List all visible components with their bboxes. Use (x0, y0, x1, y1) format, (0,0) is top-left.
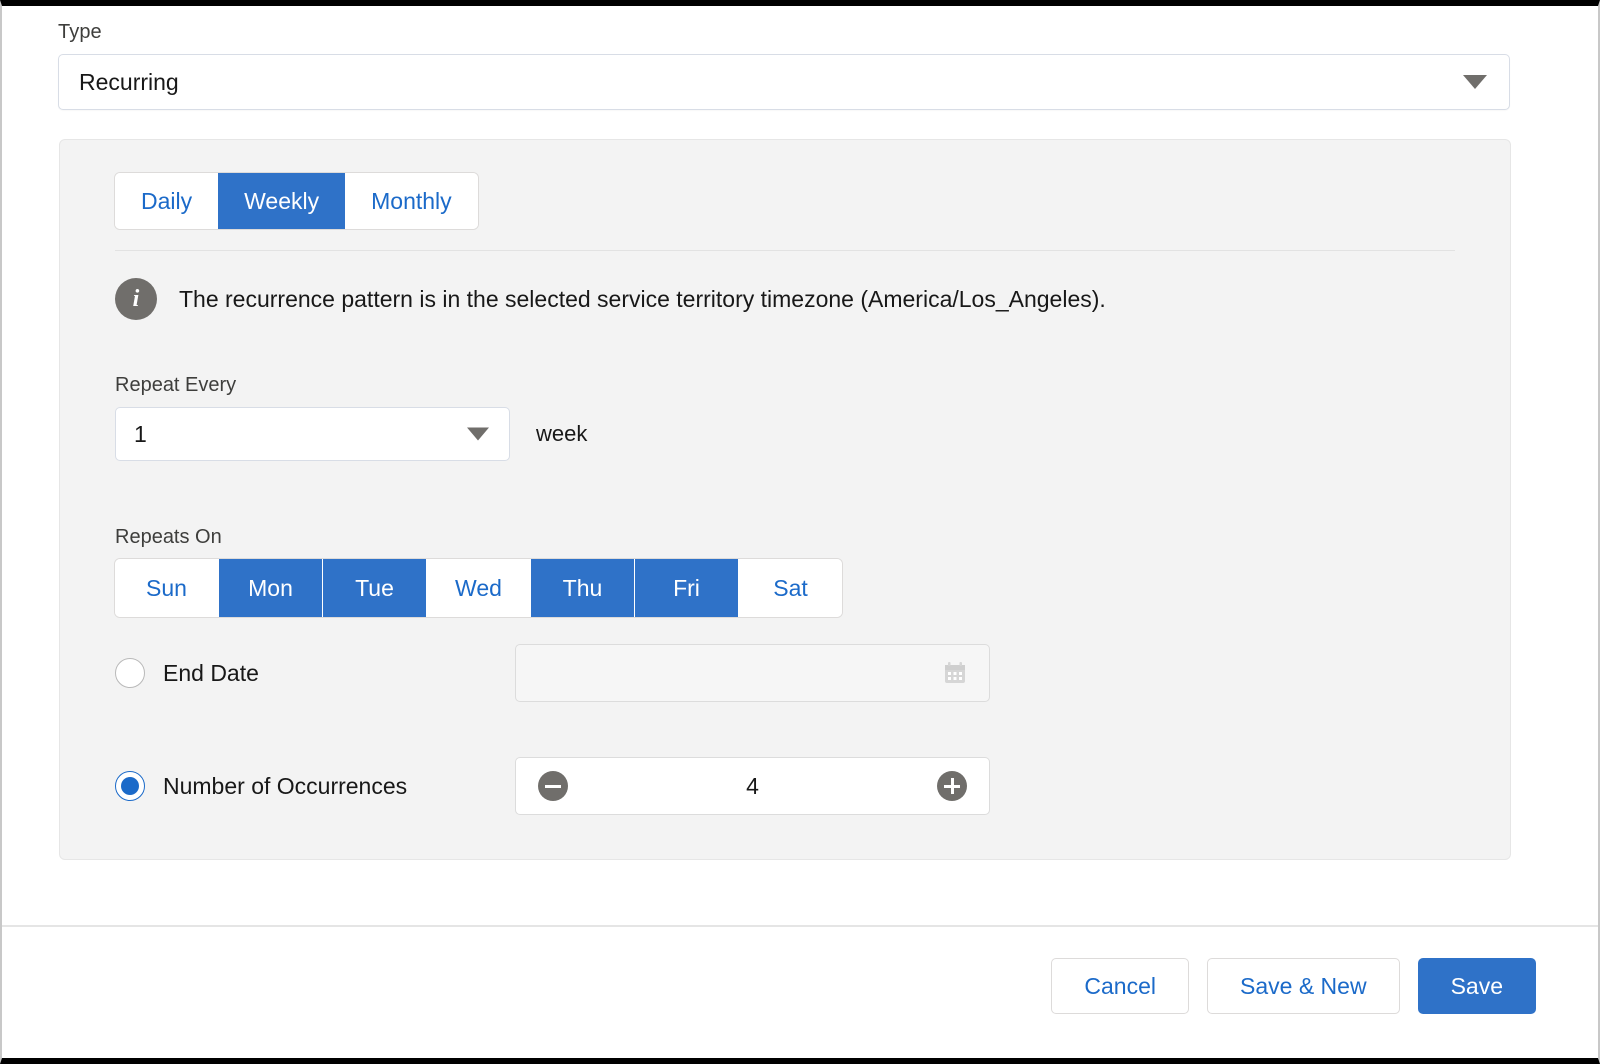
day-toggle-thu[interactable]: Thu (531, 559, 635, 617)
end-date-row: End Date (115, 644, 995, 702)
frequency-tabs: Daily Weekly Monthly (115, 173, 478, 229)
repeat-every-row: 1 week (115, 407, 587, 461)
repeat-unit-label: week (536, 421, 588, 446)
day-toggle-mon[interactable]: Mon (219, 559, 323, 617)
occurrences-stepper: 4 (515, 757, 990, 815)
chevron-down-icon (1463, 75, 1487, 89)
day-toggle-sun[interactable]: Sun (115, 559, 219, 617)
day-toggle-tue[interactable]: Tue (323, 559, 427, 617)
recurrence-dialog: Type Recurring Daily Weekly Monthly i Th… (0, 0, 1600, 1064)
save-and-new-button[interactable]: Save & New (1207, 958, 1400, 1014)
day-toggle-fri[interactable]: Fri (635, 559, 739, 617)
type-label: Type (58, 21, 102, 43)
repeat-interval-select[interactable]: 1 (115, 407, 510, 461)
repeats-on-group: Repeats On Sun Mon Tue Wed Thu Fri Sat (115, 525, 842, 617)
recurrence-panel: Daily Weekly Monthly i The recurrence pa… (59, 139, 1511, 860)
info-icon: i (115, 278, 157, 320)
end-date-radio[interactable] (115, 658, 145, 688)
type-field-group: Type Recurring (58, 20, 1510, 110)
tabs-divider (115, 250, 1455, 251)
occurrences-label: Number of Occurrences (163, 772, 408, 799)
dialog-footer: Cancel Save & New Save (1051, 958, 1536, 1014)
repeat-every-label: Repeat Every (115, 374, 237, 396)
occurrences-radio[interactable] (115, 771, 145, 801)
plus-circle-icon[interactable] (937, 771, 967, 801)
repeats-on-label: Repeats On (115, 526, 222, 548)
calendar-icon (943, 661, 967, 685)
end-date-input[interactable] (515, 644, 990, 702)
timezone-info-text: The recurrence pattern is in the selecte… (179, 285, 1106, 312)
save-button[interactable]: Save (1417, 958, 1536, 1014)
end-date-label: End Date (163, 659, 259, 686)
minus-circle-icon[interactable] (538, 771, 568, 801)
repeat-every-group: Repeat Every 1 week (115, 373, 587, 461)
cancel-button[interactable]: Cancel (1051, 958, 1189, 1014)
occurrences-row: Number of Occurrences 4 (115, 757, 995, 815)
type-select[interactable]: Recurring (58, 54, 1510, 110)
repeat-interval-value: 1 (134, 420, 147, 447)
type-selected-value: Recurring (79, 68, 179, 95)
day-toggle-wed[interactable]: Wed (427, 559, 531, 617)
tab-monthly[interactable]: Monthly (345, 173, 478, 229)
chevron-down-icon (467, 427, 489, 441)
weekday-toggle-group: Sun Mon Tue Wed Thu Fri Sat (115, 559, 842, 617)
occurrences-value: 4 (746, 772, 759, 799)
footer-divider (2, 925, 1598, 927)
tab-daily[interactable]: Daily (115, 173, 219, 229)
radio-dot (121, 777, 139, 795)
day-toggle-sat[interactable]: Sat (739, 559, 842, 617)
tab-weekly[interactable]: Weekly (218, 173, 346, 229)
timezone-info: i The recurrence pattern is in the selec… (115, 278, 1106, 320)
